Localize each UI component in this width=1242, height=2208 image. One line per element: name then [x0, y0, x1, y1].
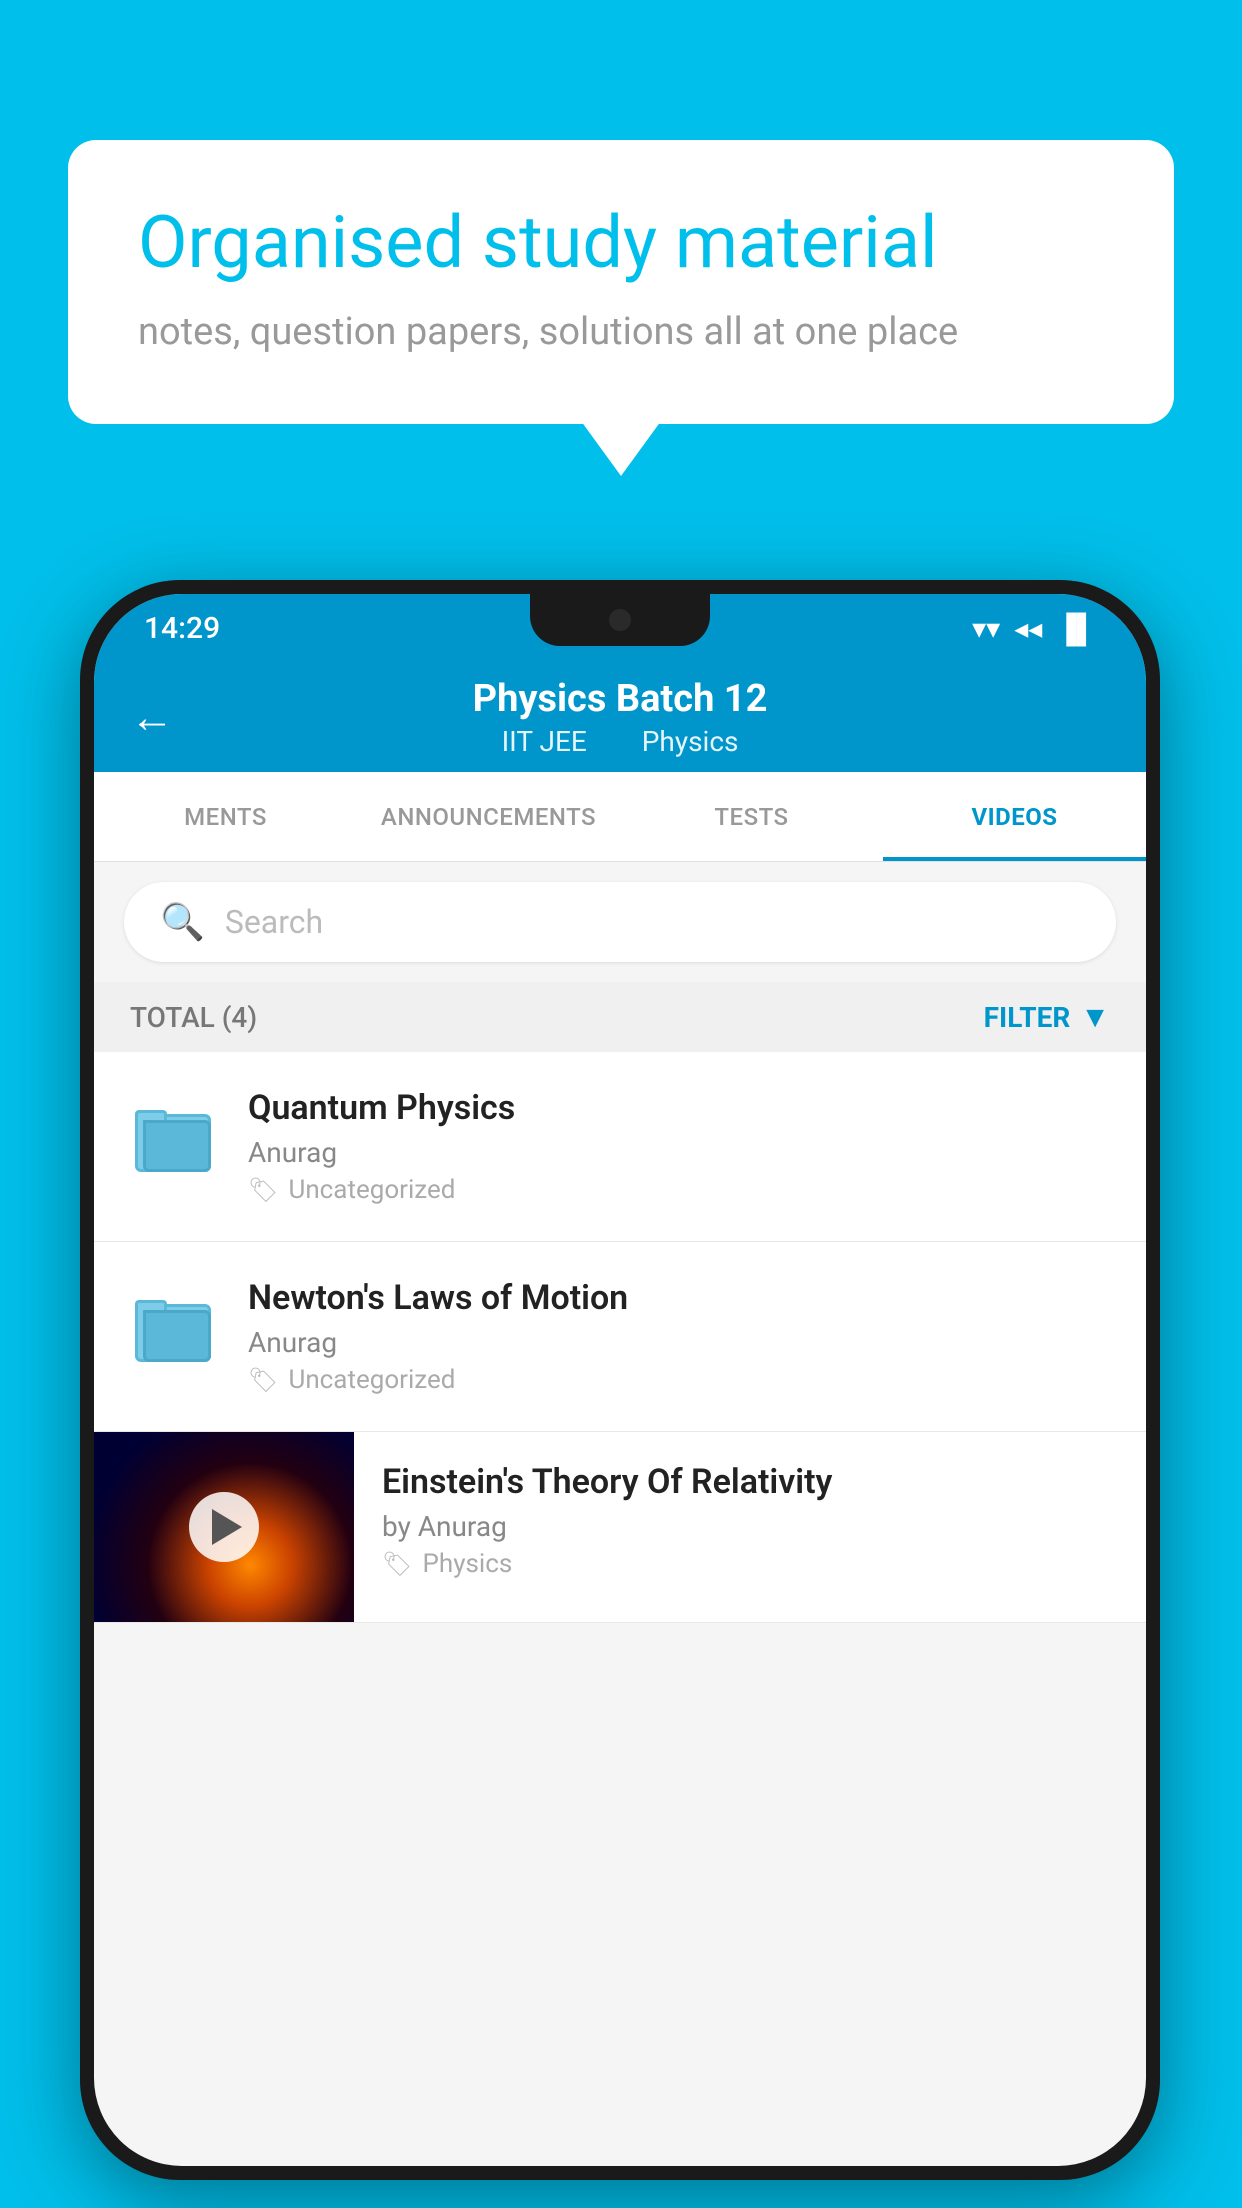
item-content-2: Newton's Laws of Motion Anurag 🏷 Uncateg…: [248, 1278, 1110, 1395]
video-tag-label-3: Physics: [422, 1549, 512, 1579]
total-count-label: TOTAL (4): [130, 1001, 257, 1034]
tab-tests[interactable]: TESTS: [620, 772, 883, 861]
toolbar-subtitle-physics: Physics: [642, 725, 739, 758]
search-container: 🔍 Search: [94, 862, 1146, 982]
video-thumbnail: [94, 1432, 354, 1622]
video-content-3: Einstein's Theory Of Relativity by Anura…: [354, 1432, 1146, 1609]
toolbar-subtitle: IIT JEE Physics: [490, 725, 751, 758]
status-time: 14:29: [144, 611, 220, 646]
item-content-1: Quantum Physics Anurag 🏷 Uncategorized: [248, 1088, 1110, 1205]
camera-dot: [609, 609, 631, 631]
phone-inner: 14:29 ▾▾ ◂◂ ▐▌ ← Physics Batch 12 IIT JE…: [94, 594, 1146, 2166]
bubble-title: Organised study material: [138, 200, 1104, 286]
search-bar[interactable]: 🔍 Search: [124, 882, 1116, 962]
notch: [530, 594, 710, 646]
filter-bar: TOTAL (4) FILTER ▼: [94, 982, 1146, 1052]
item-tag-label-2: Uncategorized: [288, 1365, 455, 1395]
item-tag-2: 🏷 Uncategorized: [248, 1365, 1110, 1395]
wifi-icon: ▾▾: [972, 612, 1000, 645]
video-author-3: by Anurag: [382, 1510, 1118, 1543]
item-tag-1: 🏷 Uncategorized: [248, 1175, 1110, 1205]
play-button[interactable]: [189, 1492, 259, 1562]
search-icon: 🔍: [160, 901, 205, 943]
video-tag-3: 🏷 Physics: [382, 1549, 1118, 1579]
item-author-2: Anurag: [248, 1326, 1110, 1359]
item-tag-label-1: Uncategorized: [288, 1175, 455, 1205]
tag-icon-1: 🏷: [248, 1176, 278, 1204]
speech-bubble-container: Organised study material notes, question…: [68, 140, 1174, 424]
tag-icon-3: 🏷: [382, 1550, 412, 1578]
tag-icon-2: 🏷: [248, 1366, 278, 1394]
folder-icon-2: [130, 1282, 220, 1372]
content-list: Quantum Physics Anurag 🏷 Uncategorized: [94, 1052, 1146, 1623]
list-item[interactable]: Newton's Laws of Motion Anurag 🏷 Uncateg…: [94, 1242, 1146, 1432]
signal-icon: ◂◂: [1014, 612, 1042, 645]
bubble-subtitle: notes, question papers, solutions all at…: [138, 310, 1104, 354]
battery-icon: ▐▌: [1056, 612, 1096, 645]
item-title-2: Newton's Laws of Motion: [248, 1278, 1110, 1318]
play-triangle-icon: [212, 1509, 242, 1545]
list-item[interactable]: Quantum Physics Anurag 🏷 Uncategorized: [94, 1052, 1146, 1242]
item-author-1: Anurag: [248, 1136, 1110, 1169]
tabs-container: MENTS ANNOUNCEMENTS TESTS VIDEOS: [94, 772, 1146, 862]
tab-announcements[interactable]: ANNOUNCEMENTS: [357, 772, 620, 861]
filter-icon: ▼: [1080, 1000, 1110, 1035]
item-title-1: Quantum Physics: [248, 1088, 1110, 1128]
tab-videos[interactable]: VIDEOS: [883, 772, 1146, 861]
toolbar: ← Physics Batch 12 IIT JEE Physics: [94, 662, 1146, 772]
tab-ments[interactable]: MENTS: [94, 772, 357, 861]
search-placeholder: Search: [225, 903, 323, 941]
back-button[interactable]: ←: [130, 691, 174, 743]
status-bar: 14:29 ▾▾ ◂◂ ▐▌: [94, 594, 1146, 662]
phone-frame: 14:29 ▾▾ ◂◂ ▐▌ ← Physics Batch 12 IIT JE…: [80, 580, 1160, 2180]
video-title-3: Einstein's Theory Of Relativity: [382, 1462, 1118, 1502]
toolbar-title: Physics Batch 12: [473, 677, 768, 721]
toolbar-subtitle-iitjee: IIT JEE: [502, 725, 587, 758]
folder-icon-1: [130, 1092, 220, 1182]
list-item-video[interactable]: Einstein's Theory Of Relativity by Anura…: [94, 1432, 1146, 1623]
filter-label: FILTER: [984, 1001, 1071, 1034]
status-icons: ▾▾ ◂◂ ▐▌: [972, 612, 1096, 645]
speech-bubble: Organised study material notes, question…: [68, 140, 1174, 424]
filter-button[interactable]: FILTER ▼: [984, 1000, 1110, 1035]
